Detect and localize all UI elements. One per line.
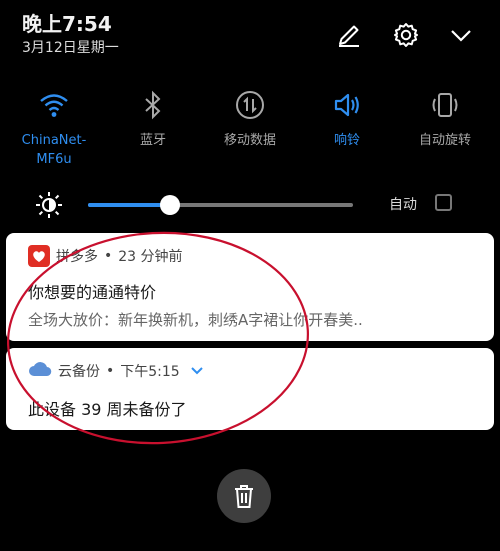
- edit-icon[interactable]: [334, 20, 364, 50]
- auto-brightness-checkbox[interactable]: [435, 194, 452, 211]
- notification-body: 全场大放价：新年换新机，刺绣A字裙让你开春美..: [28, 311, 363, 329]
- auto-brightness-label: 自动: [389, 197, 417, 213]
- tile-mobile-data[interactable]: 移动数据: [200, 84, 300, 180]
- bluetooth-icon: [132, 84, 174, 126]
- expand-chevron-icon[interactable]: [190, 366, 204, 376]
- notification-time: 下午5:15: [120, 364, 180, 380]
- ringer-icon: [326, 84, 368, 126]
- mobile-data-icon: [229, 84, 271, 126]
- trash-icon: [235, 485, 253, 508]
- notification-title: 此设备 39 周未备份了: [28, 400, 187, 419]
- tile-auto-rotate-label: 自动旋转: [418, 133, 471, 148]
- brightness-slider[interactable]: [88, 195, 353, 215]
- notification-time: 23 分钟前: [118, 249, 183, 265]
- notification-title: 你想要的通通特价: [28, 283, 157, 302]
- tile-wifi[interactable]: ChinaNet- MF6u: [4, 84, 104, 180]
- brightness-row: 自动: [0, 186, 500, 222]
- notification-header: 拼多多 • 23 分钟前: [28, 245, 183, 267]
- quick-settings-panel: ChinaNet- MF6u 蓝牙 移动数据 响铃 自动旋转: [0, 84, 500, 180]
- settings-icon[interactable]: [391, 20, 421, 50]
- tile-bluetooth[interactable]: 蓝牙: [103, 84, 203, 180]
- collapse-chevron-icon[interactable]: [446, 20, 476, 50]
- notification-app-name: 拼多多: [56, 249, 98, 265]
- notification-separator: •: [106, 363, 115, 379]
- notification-card[interactable]: 云备份 • 下午5:15 此设备 39 周未备份了: [6, 348, 494, 430]
- brightness-slider-fill: [88, 203, 171, 207]
- notification-card[interactable]: 拼多多 • 23 分钟前 你想要的通通特价 全场大放价：新年换新机，刺绣A字裙让…: [6, 233, 494, 341]
- tile-wifi-label: ChinaNet- MF6u: [21, 133, 87, 167]
- auto-rotate-icon: [424, 84, 466, 126]
- pinduoduo-app-icon: [28, 245, 50, 267]
- tile-ringer[interactable]: 响铃: [297, 84, 397, 180]
- wifi-icon: [33, 84, 75, 126]
- status-header: 晚上7:54 3月12日星期一: [0, 0, 500, 70]
- notification-separator: •: [104, 248, 113, 264]
- brightness-slider-thumb[interactable]: [160, 195, 181, 215]
- notification-header: 云备份 • 下午5:15: [28, 360, 204, 382]
- tile-bluetooth-label: 蓝牙: [139, 133, 166, 148]
- brightness-icon: [34, 190, 64, 220]
- tile-auto-rotate[interactable]: 自动旋转: [395, 84, 495, 180]
- notification-app-name: 云备份: [58, 364, 100, 380]
- cloud-backup-app-icon: [28, 361, 52, 381]
- clear-notifications-button[interactable]: [217, 469, 271, 523]
- clock-time: 晚上7:54: [22, 12, 112, 36]
- tile-mobile-data-label: 移动数据: [223, 133, 276, 148]
- tile-ringer-label: 响铃: [333, 133, 360, 148]
- date-label: 3月12日星期一: [22, 40, 119, 56]
